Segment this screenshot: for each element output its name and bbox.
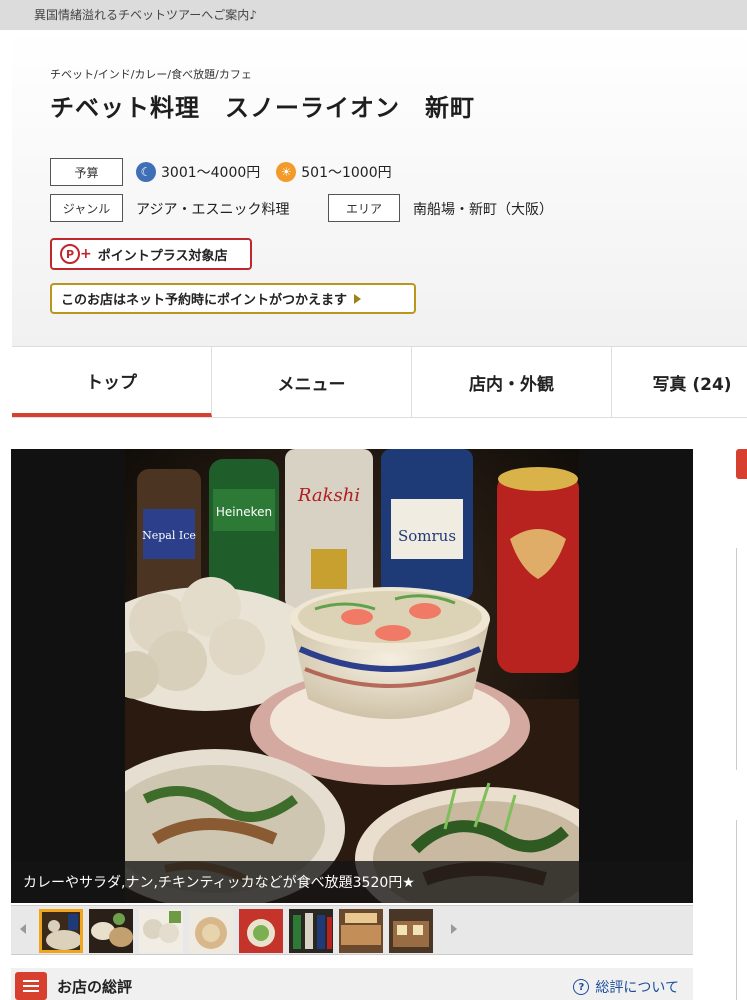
thumbnail-6[interactable]: [289, 909, 333, 953]
thumbnail-image: [89, 909, 133, 953]
side-panel-icon[interactable]: [736, 449, 747, 479]
thumbnail-2[interactable]: [89, 909, 133, 953]
area-value[interactable]: 南船場・新町（大阪）: [413, 199, 553, 219]
review-section-header: お店の総評 ? 総評について: [11, 968, 693, 1000]
thumbnail-8[interactable]: [389, 909, 433, 953]
tab-photos[interactable]: 写真 (24): [612, 347, 747, 417]
point-plus-label: ポイントプラス対象店: [97, 248, 228, 264]
area-label: エリア: [328, 194, 400, 222]
thumbnail-7[interactable]: [339, 909, 383, 953]
thumbnail-image: [389, 909, 433, 953]
question-icon: ?: [573, 979, 590, 995]
review-about-label: 総評について: [595, 980, 679, 996]
thumbnail-image: [42, 912, 80, 950]
thumbnail-image: [239, 909, 283, 953]
plus-icon: +: [80, 246, 92, 262]
sun-icon: ☀: [276, 162, 297, 182]
thumbnail-1[interactable]: [39, 909, 83, 953]
moon-icon: ☾: [136, 162, 156, 182]
review-about-link[interactable]: ? 総評について: [573, 977, 679, 997]
thumbnail-5[interactable]: [239, 909, 283, 953]
main-photo[interactable]: Nepal Ice Heineken Rakshi Somrus カレーやサラダ…: [11, 449, 693, 903]
genre-label: ジャンル: [50, 194, 123, 222]
food-photo-image: Nepal Ice Heineken Rakshi Somrus: [125, 449, 579, 903]
thumbnail-4[interactable]: [189, 909, 233, 953]
food-photo-illustration: Nepal Ice Heineken Rakshi Somrus: [125, 449, 579, 903]
bottle-label-rakshi: Rakshi: [297, 485, 360, 506]
budget-lunch: 501〜1000円: [301, 165, 392, 181]
bottle-label-somrus: Somrus: [398, 527, 456, 545]
net-reserve-banner[interactable]: このお店はネット予約時にポイントがつかえます: [50, 283, 416, 314]
budget-label: 予算: [50, 158, 123, 186]
genre-breadcrumb: チベット/インド/カレー/食べ放題/カフェ: [50, 68, 252, 81]
point-p-icon: P: [60, 244, 80, 264]
top-banner-text: 異国情緒溢れるチベットツアーへご案内♪: [34, 8, 257, 22]
bottle-label-heineken: Heineken: [216, 505, 272, 519]
list-icon: [15, 972, 47, 1000]
thumbnail-image: [339, 909, 383, 953]
budget-dinner: 3001〜4000円: [161, 165, 261, 181]
shop-tabs: トップ メニュー 店内・外観 写真 (24): [12, 346, 747, 418]
genre-value: アジア・エスニック料理: [136, 202, 290, 218]
thumbnail-image: [139, 909, 183, 953]
thumb-next-icon[interactable]: [451, 924, 457, 934]
bottle-label-nepal: Nepal Ice: [142, 529, 196, 542]
photo-caption: カレーやサラダ,ナン,チキンティッカなどが食べ放題3520円★: [11, 861, 693, 903]
thumbnail-3[interactable]: [139, 909, 183, 953]
net-reserve-label: このお店はネット予約時にポイントがつかえます: [61, 293, 348, 308]
shop-title: チベット料理 スノーライオン 新町: [50, 94, 475, 122]
top-banner: 異国情緒溢れるチベットツアーへご案内♪: [0, 0, 747, 30]
side-panel-box: [736, 820, 747, 1000]
side-panel-box: [736, 548, 747, 770]
thumbnail-image: [289, 909, 333, 953]
tab-interior[interactable]: 店内・外観: [412, 347, 612, 417]
review-title: お店の総評: [57, 978, 133, 996]
tab-top[interactable]: トップ: [12, 347, 212, 417]
point-plus-badge[interactable]: P + ポイントプラス対象店: [50, 238, 252, 270]
tab-menu[interactable]: メニュー: [212, 347, 412, 417]
photo-thumbnail-strip: [11, 905, 693, 955]
thumbnail-image: [189, 909, 233, 953]
budget-values: ☾ 3001〜4000円 ☀ 501〜1000円: [136, 162, 392, 182]
thumb-prev-icon[interactable]: [20, 924, 26, 934]
shop-header: チベット/インド/カレー/食べ放題/カフェ チベット料理 スノーライオン 新町 …: [12, 30, 747, 346]
arrow-right-icon: [354, 293, 362, 304]
